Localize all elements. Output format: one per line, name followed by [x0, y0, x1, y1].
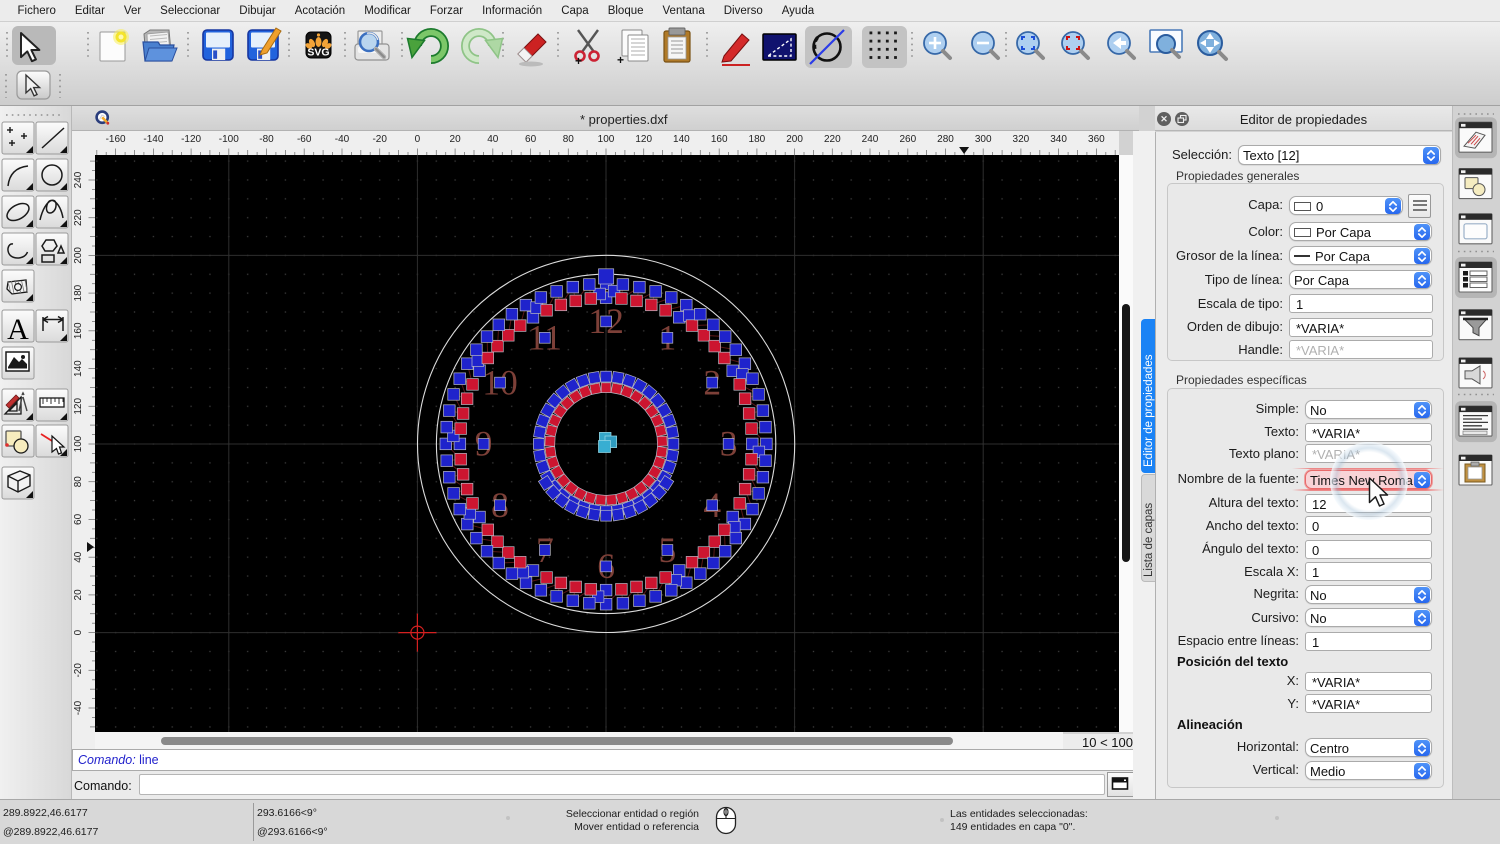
svg-text:60: 60: [525, 134, 537, 145]
svg-text:20: 20: [450, 134, 462, 145]
svg-text:140: 140: [673, 134, 690, 145]
svg-text:0: 0: [415, 134, 421, 145]
svg-text:-40: -40: [335, 134, 350, 145]
svg-text:100: 100: [73, 435, 84, 452]
svg-text:180: 180: [749, 134, 766, 145]
svg-text:200: 200: [73, 247, 84, 264]
svg-text:240: 240: [862, 134, 879, 145]
svg-text:220: 220: [73, 209, 84, 226]
svg-text:180: 180: [73, 284, 84, 301]
svg-text:-20: -20: [372, 134, 387, 145]
svg-text:40: 40: [487, 134, 499, 145]
svg-text:200: 200: [786, 134, 803, 145]
svg-text:160: 160: [711, 134, 728, 145]
svg-text:80: 80: [73, 476, 84, 488]
svg-text:140: 140: [73, 360, 84, 377]
svg-text:-20: -20: [73, 663, 84, 678]
svg-text:-160: -160: [106, 134, 126, 145]
svg-text:100: 100: [598, 134, 615, 145]
svg-text:+: +: [617, 53, 624, 67]
svg-text:120: 120: [635, 134, 652, 145]
svg-text:-60: -60: [297, 134, 312, 145]
svg-text:320: 320: [1013, 134, 1030, 145]
svg-text:20: 20: [73, 589, 84, 601]
svg-text:A: A: [7, 313, 29, 346]
svg-text:60: 60: [73, 513, 84, 525]
svg-text:280: 280: [937, 134, 954, 145]
svg-text:300: 300: [975, 134, 992, 145]
svg-text:240: 240: [73, 171, 84, 188]
svg-text:-120: -120: [181, 134, 201, 145]
svg-text:160: 160: [73, 322, 84, 339]
svg-text:0: 0: [73, 629, 84, 635]
svg-text:80: 80: [563, 134, 575, 145]
svg-text:SVG: SVG: [307, 47, 329, 59]
svg-text:-40: -40: [73, 700, 84, 715]
svg-text:+: +: [575, 54, 582, 68]
svg-text:40: 40: [73, 551, 84, 563]
svg-text:-140: -140: [143, 134, 163, 145]
svg-text:340: 340: [1050, 134, 1067, 145]
svg-text:260: 260: [899, 134, 916, 145]
svg-text:220: 220: [824, 134, 841, 145]
svg-text:-80: -80: [259, 134, 274, 145]
svg-text:-100: -100: [219, 134, 239, 145]
svg-text:360: 360: [1088, 134, 1105, 145]
svg-text:120: 120: [73, 398, 84, 415]
